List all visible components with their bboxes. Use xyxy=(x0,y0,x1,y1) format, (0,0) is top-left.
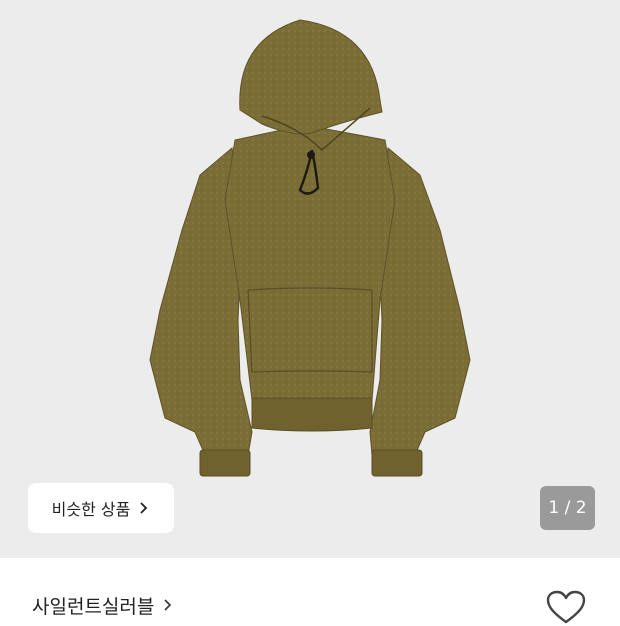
similar-products-button[interactable]: 비슷한 상품 xyxy=(28,483,174,533)
product-image-gallery[interactable]: 비슷한 상품 1 / 2 xyxy=(0,0,620,558)
brand-name: 사일런트실러블 xyxy=(32,595,155,618)
chevron-right-icon xyxy=(164,599,172,611)
heart-outline-icon[interactable] xyxy=(546,590,586,626)
chevron-right-icon xyxy=(140,502,148,514)
image-page-indicator: 1 / 2 xyxy=(540,486,595,530)
similar-products-label: 비슷한 상품 xyxy=(51,500,131,519)
product-image-hoodie xyxy=(149,19,471,477)
brand-link[interactable]: 사일런트실러블 xyxy=(32,590,174,620)
